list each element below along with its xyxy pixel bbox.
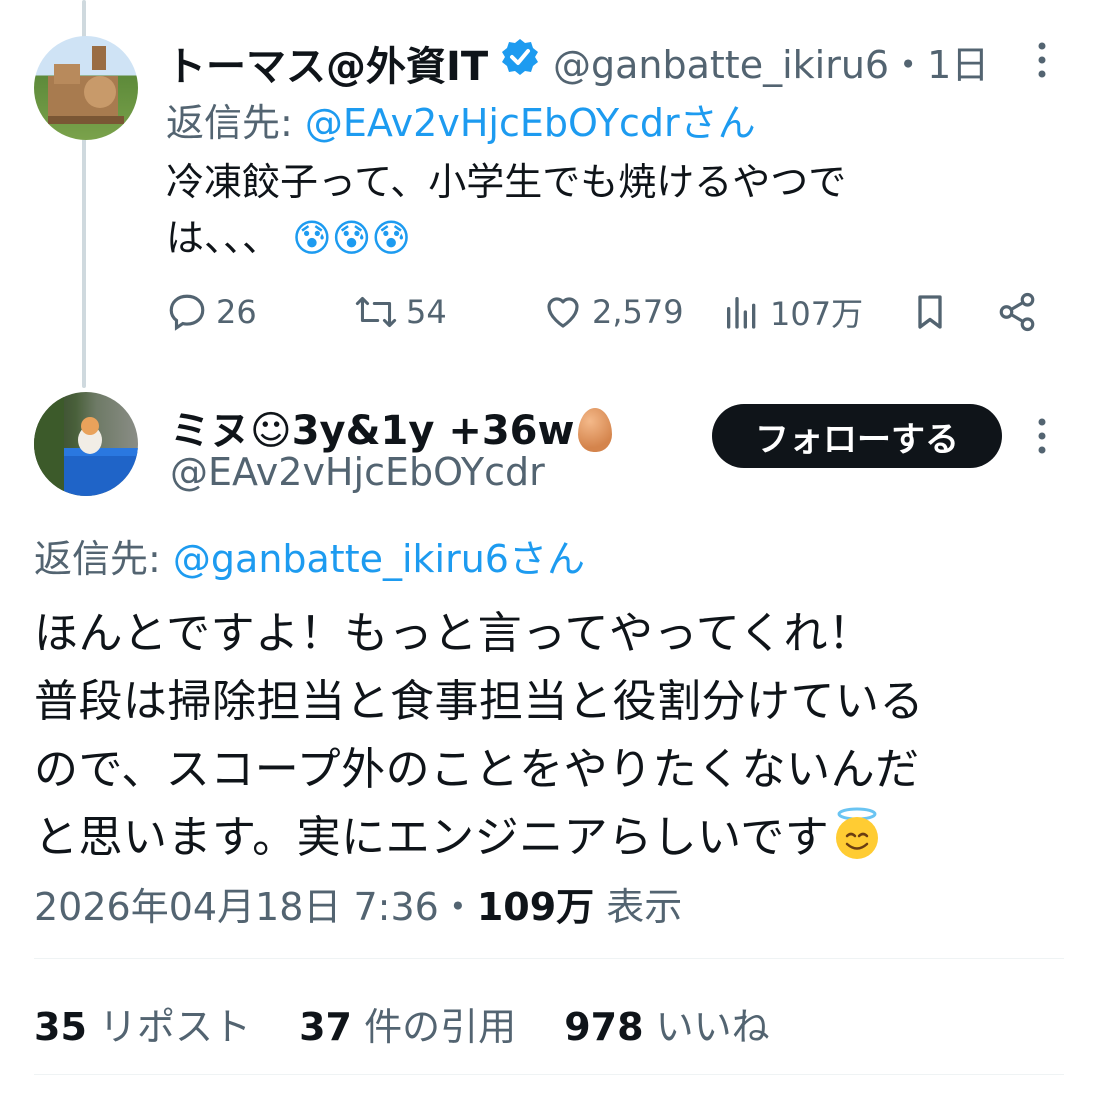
reposts-stat[interactable]: 35 リポスト	[34, 1005, 251, 1049]
smiling-face-with-halo-icon	[829, 806, 885, 862]
tweet-thread: トーマス@外資IT @ganbatte_ikiru6・1日 返信先: @EAv2…	[0, 0, 1096, 1096]
tweet2-text: ほんとですよ！もっと言ってやってくれ！ 普段は掃除担当と食事担当と役割分けている…	[34, 608, 924, 863]
share-icon	[999, 292, 1035, 332]
reply-mention[interactable]: @EAv2vHjcEbOYcdrさん	[305, 101, 756, 145]
likes-stat[interactable]: 978 いいね	[564, 1005, 769, 1049]
author-name-tweet2[interactable]: ミヌ☺3y&1y +36w	[170, 398, 613, 456]
quotes-stat[interactable]: 37 件の引用	[299, 1005, 516, 1049]
avatar-tweet2[interactable]	[34, 392, 138, 496]
views-count: 109万	[476, 885, 595, 929]
avatar-tweet1[interactable]	[34, 36, 138, 140]
author-handle-tweet2[interactable]: @EAv2vHjcEbOYcdr	[170, 450, 545, 494]
reply-icon	[169, 294, 205, 331]
reply-button[interactable]: 26	[166, 284, 257, 340]
bookmark-button[interactable]	[910, 284, 958, 340]
engagement-stats: 35 リポスト 37 件の引用 978 いいね	[34, 996, 806, 1051]
reply-mention[interactable]: @ganbatte_ikiru6さん	[173, 537, 585, 581]
verified-badge-icon	[500, 37, 540, 77]
author-handle-tweet1[interactable]: @ganbatte_ikiru6・1日	[553, 34, 989, 89]
share-button[interactable]	[996, 284, 1046, 340]
reply-to-tweet2: 返信先: @ganbatte_ikiru6さん	[34, 537, 585, 581]
bookmark-icon	[918, 295, 942, 329]
egg-icon	[578, 408, 613, 452]
divider	[34, 958, 1064, 959]
sweat-emoji-icon: 😰😰😰	[292, 216, 411, 260]
views-icon	[727, 297, 756, 329]
repost-icon	[355, 296, 397, 328]
more-icon[interactable]	[1030, 38, 1054, 82]
timestamp[interactable]: 2026年04月18日 7:36	[34, 885, 439, 929]
like-icon	[547, 297, 579, 328]
tweet-meta: 2026年04月18日 7:36・109万 表示	[34, 885, 683, 929]
repost-button[interactable]: 54	[354, 284, 447, 340]
action-bar: 26 54 2,579 107万	[166, 284, 1046, 340]
more-icon[interactable]	[1030, 414, 1054, 458]
tweet-time: ・1日	[889, 43, 990, 87]
author-name-tweet1[interactable]: トーマス@外資IT	[166, 34, 488, 92]
tweet1-text: 冷凍餃子って、小学生でも焼けるやつで は、、、 😰😰😰	[166, 160, 847, 260]
divider	[34, 1074, 1064, 1075]
follow-button[interactable]: フォローする	[712, 404, 1002, 468]
like-button[interactable]: 2,579	[542, 284, 684, 340]
reply-to-tweet1: 返信先: @EAv2vHjcEbOYcdrさん	[166, 101, 756, 145]
views-button[interactable]: 107万	[722, 284, 863, 340]
